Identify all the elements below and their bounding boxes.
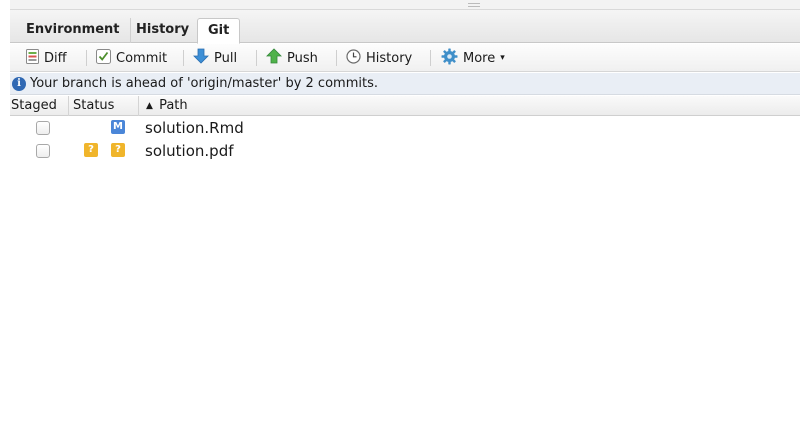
more-button[interactable]: More ▾ (441, 48, 505, 68)
chevron-down-icon: ▾ (500, 53, 505, 63)
push-button[interactable]: Push (266, 48, 318, 68)
untracked-status-badge: ? (84, 143, 98, 157)
branch-status-bar: i Your branch is ahead of 'origin/master… (10, 73, 800, 95)
sort-ascending-icon: ▲ (146, 101, 153, 111)
more-label: More (463, 50, 496, 66)
toolbar-divider (183, 50, 184, 66)
clock-icon (346, 48, 361, 68)
file-path[interactable]: solution.Rmd (145, 119, 244, 137)
tab-bar: Environment History Git (10, 10, 800, 44)
branch-status-message: Your branch is ahead of 'origin/master' … (30, 76, 378, 91)
left-edge (0, 0, 10, 424)
tab-environment[interactable]: Environment (16, 18, 131, 43)
diff-icon (26, 48, 39, 68)
history-button[interactable]: History (346, 48, 412, 68)
git-pane: Environment History Git Diff Commit Pull… (0, 0, 800, 424)
table-row[interactable]: ? ? solution.pdf (10, 140, 800, 163)
file-path[interactable]: solution.pdf (145, 142, 234, 160)
push-label: Push (287, 50, 318, 66)
checkbox-check-icon (96, 48, 111, 68)
table-header: Staged Status ▲ Path (10, 96, 800, 116)
column-status[interactable]: Status (69, 96, 139, 116)
history-label: History (366, 50, 413, 66)
commit-button[interactable]: Commit (96, 48, 167, 68)
pull-arrow-icon (193, 48, 209, 68)
pane-splitter[interactable] (10, 0, 800, 10)
diff-button[interactable]: Diff (26, 48, 67, 68)
toolbar-divider (86, 50, 87, 66)
info-icon: i (12, 76, 26, 91)
untracked-status-badge: ? (111, 143, 125, 157)
toolbar-divider (256, 50, 257, 66)
diff-label: Diff (44, 50, 67, 66)
tab-history[interactable]: History (126, 18, 201, 43)
git-toolbar: Diff Commit Pull Push History More ▾ (10, 44, 800, 72)
column-path[interactable]: ▲ Path (140, 96, 340, 116)
table-row[interactable]: M solution.Rmd (10, 117, 800, 140)
splitter-grip-icon[interactable] (468, 3, 480, 7)
toolbar-divider (430, 50, 431, 66)
toolbar-divider (336, 50, 337, 66)
push-arrow-icon (266, 48, 282, 68)
changes-list: M solution.Rmd ? ? solution.pdf (10, 117, 800, 163)
modified-status-badge: M (111, 120, 125, 134)
column-path-label: Path (159, 98, 188, 113)
tab-git[interactable]: Git (197, 18, 241, 44)
pull-button[interactable]: Pull (193, 48, 237, 68)
commit-label: Commit (116, 50, 168, 66)
staged-checkbox[interactable] (36, 144, 50, 158)
gear-icon (441, 48, 458, 69)
staged-checkbox[interactable] (36, 121, 50, 135)
pull-label: Pull (214, 50, 238, 66)
column-staged[interactable]: Staged (10, 96, 69, 116)
